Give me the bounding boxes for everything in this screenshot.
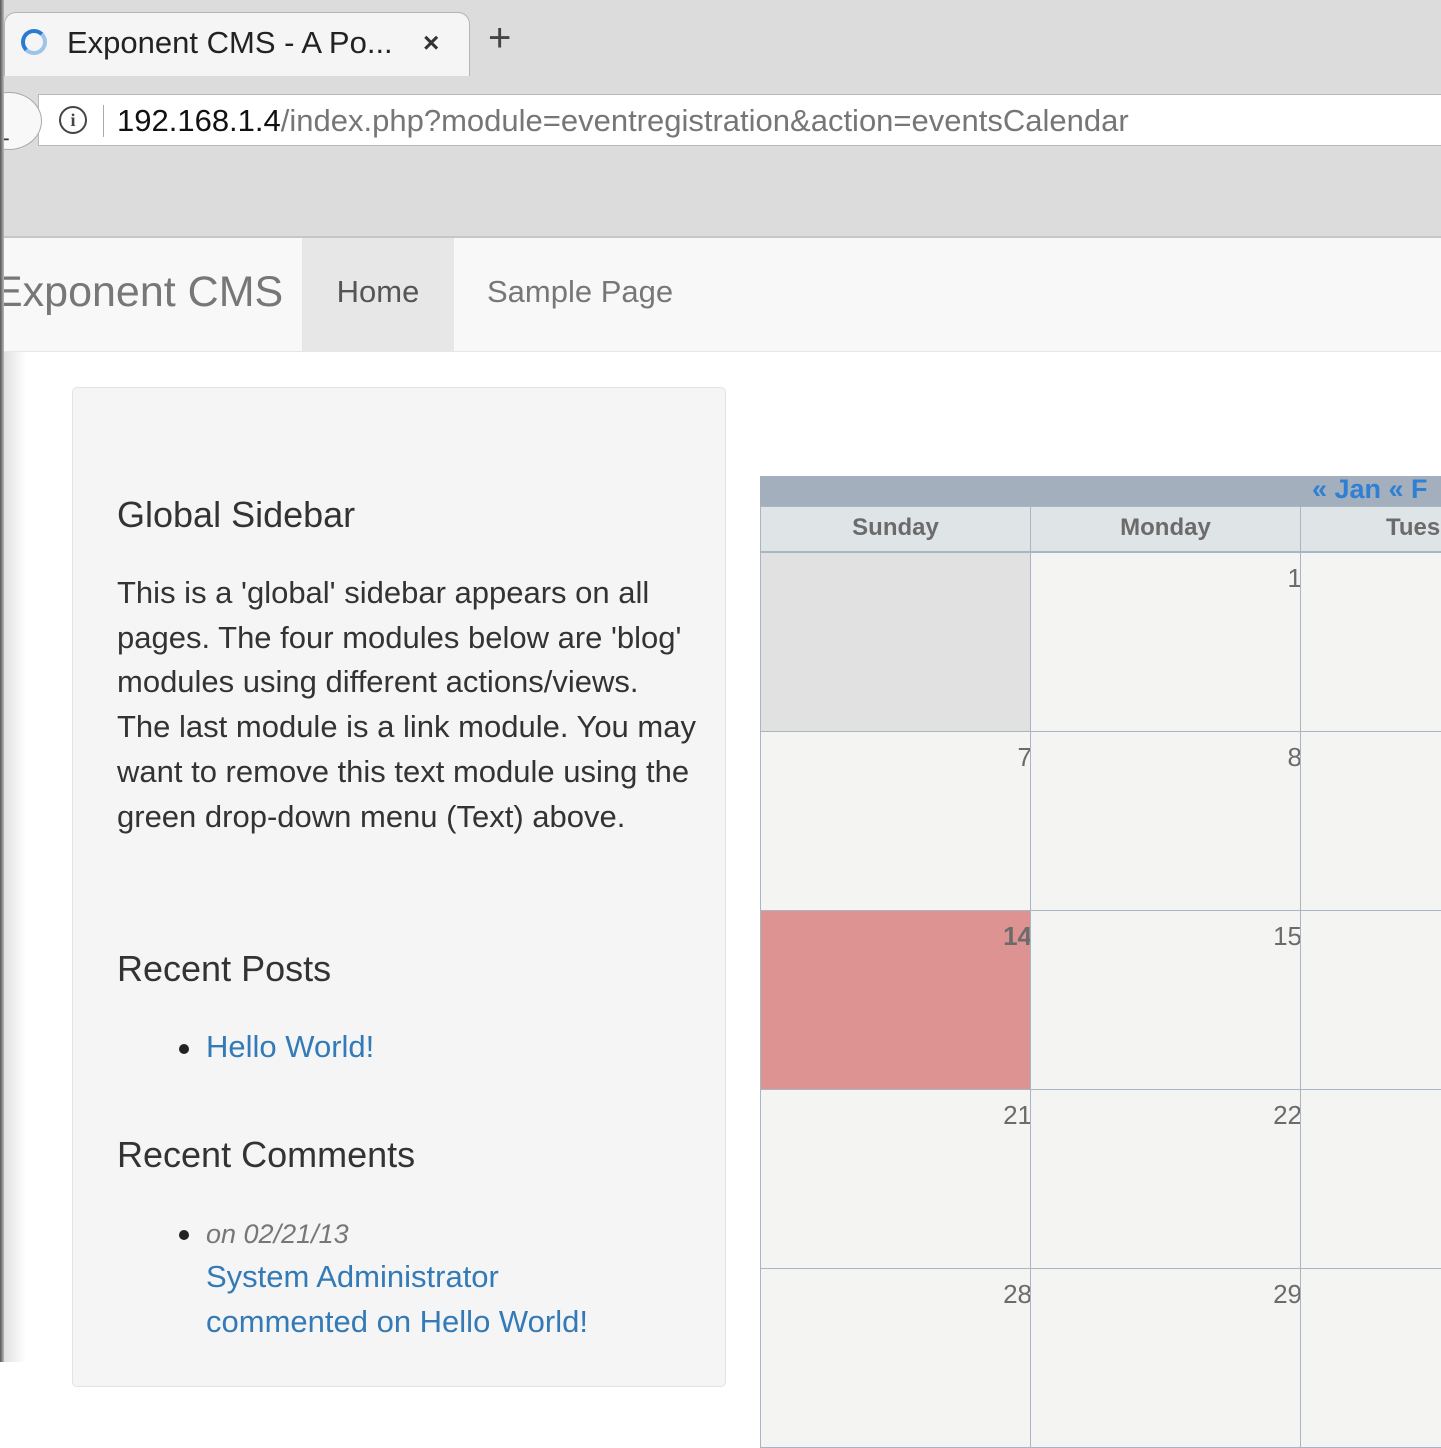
nav-item-sample-page[interactable]: Sample Page <box>487 274 673 310</box>
new-tab-button[interactable]: + <box>488 18 511 58</box>
comment-link-text[interactable]: commented on Hello World! <box>206 1304 588 1340</box>
loading-spinner-icon <box>21 29 47 55</box>
day-header-tuesday: Tues <box>1300 506 1441 552</box>
calendar-day-cell[interactable] <box>1300 1089 1441 1269</box>
browser-tab[interactable]: Exponent CMS - A Po... × <box>4 12 470 76</box>
site-navbar: Exponent CMS Home Sample Page <box>0 238 1441 352</box>
list-bullet <box>179 1230 189 1240</box>
recent-comments-heading: Recent Comments <box>117 1134 416 1175</box>
calendar-day-cell[interactable]: 29 <box>1030 1268 1302 1448</box>
site-brand[interactable]: Exponent CMS <box>0 268 283 317</box>
url-host: 192.168.1.4 <box>117 103 281 138</box>
calendar-day-number: 21 <box>1003 1100 1032 1130</box>
address-bar[interactable]: i 192.168.1.4/index.php?module=eventregi… <box>38 94 1441 146</box>
calendar-day-cell[interactable]: 22 <box>1030 1089 1302 1269</box>
calendar-day-number: 28 <box>1003 1279 1032 1309</box>
day-header-sunday: Sunday <box>760 506 1031 552</box>
window-edge <box>0 0 4 1362</box>
info-icon[interactable]: i <box>59 106 87 134</box>
events-calendar: « Jan « F Sunday Monday Tues 1 7 8 14 15 21 22… <box>760 474 1441 1448</box>
calendar-day-cell[interactable] <box>1300 731 1441 911</box>
calendar-header: « Jan « F <box>760 474 1441 506</box>
content-shadow <box>4 352 26 1362</box>
sidebar-description: This is a 'global' sidebar appears on al… <box>117 575 696 834</box>
calendar-day-number: 14 <box>1003 921 1032 951</box>
calendar-day-cell[interactable]: 28 <box>760 1268 1032 1448</box>
url-text[interactable]: 192.168.1.4/index.php?module=eventregist… <box>117 103 1129 139</box>
nav-item-home[interactable]: Home <box>302 238 454 351</box>
list-bullet <box>179 1044 189 1054</box>
comment-link-author[interactable]: System Administrator <box>206 1259 499 1295</box>
calendar-day-cell[interactable] <box>1300 552 1441 732</box>
calendar-day-cell[interactable] <box>760 552 1031 732</box>
calendar-day-cell[interactable]: 7 <box>760 731 1032 911</box>
browser-toolbar: i 192.168.1.4/index.php?module=eventregi… <box>0 76 1441 238</box>
nav-item-label: Home <box>336 274 420 309</box>
calendar-day-cell[interactable]: 15 <box>1030 910 1302 1090</box>
recent-posts-heading: Recent Posts <box>117 948 332 989</box>
global-sidebar: Global Sidebar This is a 'global' sideba… <box>72 387 726 1387</box>
close-tab-icon[interactable]: × <box>423 27 439 59</box>
url-separator <box>103 105 104 137</box>
calendar-day-cell[interactable] <box>1300 1268 1441 1448</box>
url-path: /index.php?module=eventregistration&acti… <box>280 103 1129 138</box>
recent-post-link[interactable]: Hello World! <box>206 1029 374 1065</box>
calendar-month-nav[interactable]: « Jan « F <box>1312 474 1428 505</box>
day-header-monday: Monday <box>1030 506 1301 552</box>
calendar-day-number: 29 <box>1273 1279 1302 1309</box>
calendar-day-number: 22 <box>1273 1100 1302 1130</box>
calendar-day-cell[interactable]: 14 <box>760 910 1032 1090</box>
tab-bar: Exponent CMS - A Po... × + <box>0 0 1441 76</box>
calendar-day-cell[interactable]: 21 <box>760 1089 1032 1269</box>
tab-title: Exponent CMS - A Po... <box>67 25 393 60</box>
calendar-day-number: 15 <box>1273 921 1302 951</box>
back-button[interactable]: ← <box>0 92 42 153</box>
comment-date: on 02/21/13 <box>206 1219 349 1249</box>
calendar-day-cell[interactable]: 1 <box>1030 552 1302 732</box>
calendar-day-cell[interactable] <box>1300 910 1441 1090</box>
calendar-day-cell[interactable]: 8 <box>1030 731 1302 911</box>
sidebar-title: Global Sidebar <box>117 494 356 535</box>
